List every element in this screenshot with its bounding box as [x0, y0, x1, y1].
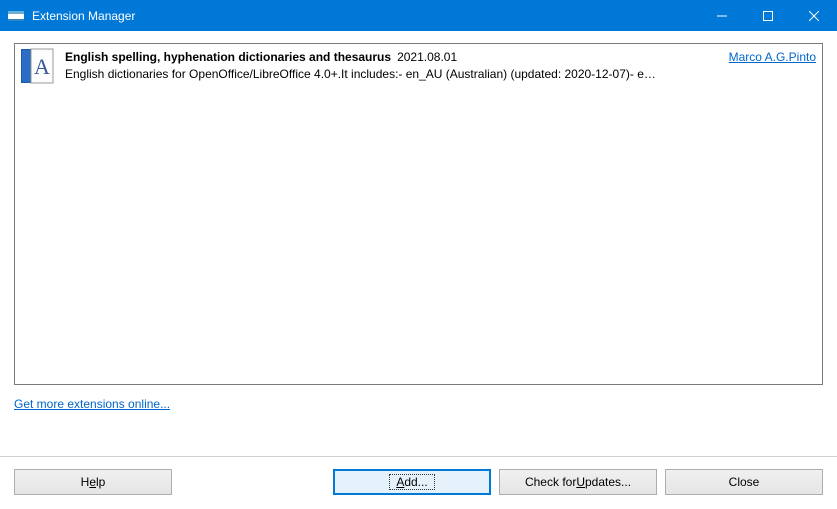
get-more-extensions-link[interactable]: Get more extensions online...: [14, 397, 170, 411]
link-row: Get more extensions online...: [14, 385, 823, 421]
button-row: Help Add... Check for Updates... Close: [0, 456, 837, 509]
extension-info: English spelling, hyphenation dictionari…: [65, 48, 816, 81]
svg-text:A: A: [34, 54, 50, 79]
minimize-button[interactable]: [699, 0, 745, 31]
dictionary-icon: A: [19, 48, 55, 84]
extension-name: English spelling, hyphenation dictionari…: [65, 50, 391, 64]
window-controls: [699, 0, 837, 31]
content-area: A English spelling, hyphenation dictiona…: [0, 31, 837, 456]
close-dialog-button[interactable]: Close: [665, 469, 823, 495]
help-button[interactable]: Help: [14, 469, 172, 495]
titlebar: Extension Manager: [0, 0, 837, 31]
maximize-button[interactable]: [745, 0, 791, 31]
extension-row[interactable]: A English spelling, hyphenation dictiona…: [15, 44, 822, 88]
window-title: Extension Manager: [32, 9, 699, 23]
extension-list[interactable]: A English spelling, hyphenation dictiona…: [14, 43, 823, 385]
extension-author-link[interactable]: Marco A.G.Pinto: [729, 50, 816, 64]
add-button[interactable]: Add...: [333, 469, 491, 495]
close-button[interactable]: [791, 0, 837, 31]
extension-header: English spelling, hyphenation dictionari…: [65, 50, 816, 64]
app-icon: [8, 8, 24, 24]
check-updates-button[interactable]: Check for Updates...: [499, 469, 657, 495]
extension-version: 2021.08.01: [397, 50, 457, 64]
extension-description: English dictionaries for OpenOffice/Libr…: [65, 67, 816, 81]
